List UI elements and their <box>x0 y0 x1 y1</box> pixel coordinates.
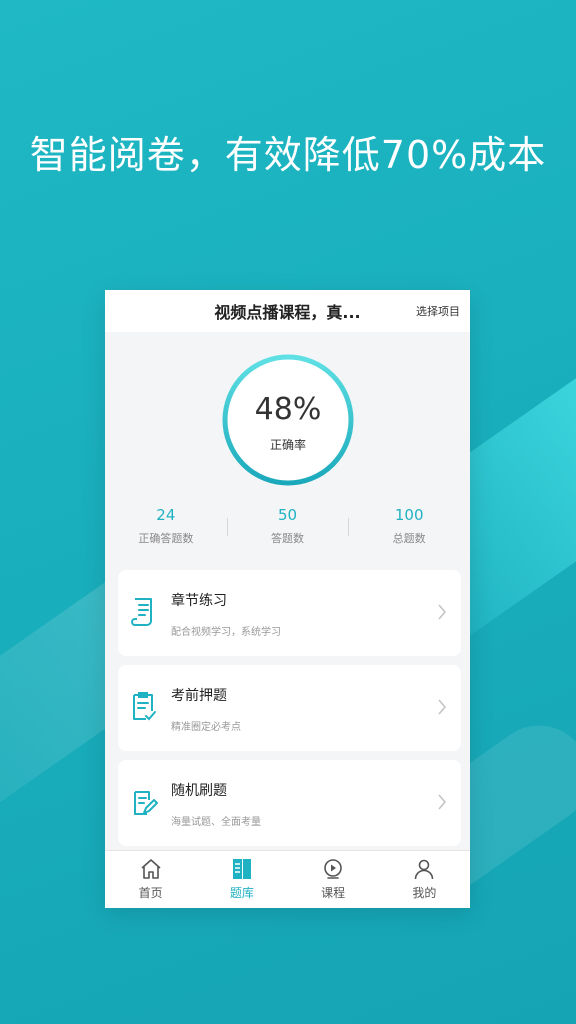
play-icon <box>324 859 342 879</box>
exam-checklist-icon <box>133 692 156 721</box>
stat-label: 正确答题数 <box>138 532 194 545</box>
stat-total: 100 总题数 <box>348 506 470 546</box>
accuracy-percent: 48% <box>254 392 322 427</box>
tab-label: 题库 <box>229 886 254 900</box>
chevron-right-icon <box>438 794 447 810</box>
tab-label: 课程 <box>321 886 346 900</box>
tab-courses[interactable]: 课程 <box>288 851 379 908</box>
chevron-right-icon <box>438 699 447 715</box>
course-title[interactable]: 视频点播课程，真... <box>214 299 360 323</box>
stat-label: 答题数 <box>271 532 304 545</box>
menu-card-chapter-practice[interactable]: 章节练习 配合视频学习，系统学习 <box>118 570 461 656</box>
tab-question-bank[interactable]: 题库 <box>196 851 287 908</box>
accuracy-label: 正确率 <box>269 438 306 452</box>
card-subtitle: 海量试题、全面考量 <box>171 817 261 828</box>
card-title: 章节练习 <box>171 593 227 609</box>
tab-profile[interactable]: 我的 <box>379 851 470 908</box>
stat-value: 50 <box>277 506 298 524</box>
top-bar: 视频点播课程，真... 选择项目 <box>105 290 470 332</box>
chapter-scroll-icon <box>131 598 152 626</box>
card-subtitle: 精准圈定必考点 <box>171 722 241 733</box>
stat-value: 100 <box>394 506 424 524</box>
stat-answered: 50 答题数 <box>226 506 349 546</box>
phone-screen: 视频点播课程，真... 选择项目 48% 正确率 24 正确答题数 50 答题数… <box>105 290 470 908</box>
chevron-right-icon <box>438 604 447 620</box>
home-icon <box>141 859 161 879</box>
stat-correct: 24 正确答题数 <box>105 506 227 546</box>
tab-label: 首页 <box>138 886 163 900</box>
tab-home[interactable]: 首页 <box>105 851 196 908</box>
select-project-button[interactable]: 选择项目 <box>416 303 460 319</box>
menu-card-random-practice[interactable]: 随机刷题 海量试题、全面考量 <box>118 760 461 846</box>
card-title: 随机刷题 <box>171 783 227 799</box>
card-title: 考前押题 <box>171 688 227 704</box>
promo-headline: 智能阅卷，有效降低70%成本 <box>29 133 547 177</box>
card-subtitle: 配合视频学习，系统学习 <box>171 627 281 638</box>
bottom-tab-bar: 首页 题库 课程 我的 <box>105 850 470 908</box>
stat-label: 总题数 <box>392 532 426 545</box>
menu-card-exam-prediction[interactable]: 考前押题 精准圈定必考点 <box>118 665 461 751</box>
tab-label: 我的 <box>412 886 437 900</box>
accuracy-ring: 48% 正确率 <box>220 352 356 488</box>
random-edit-icon <box>134 791 158 815</box>
stat-value: 24 <box>156 506 176 524</box>
user-icon <box>415 859 434 880</box>
stats-row: 24 正确答题数 50 答题数 100 总题数 <box>105 506 470 546</box>
book-icon <box>232 859 251 879</box>
